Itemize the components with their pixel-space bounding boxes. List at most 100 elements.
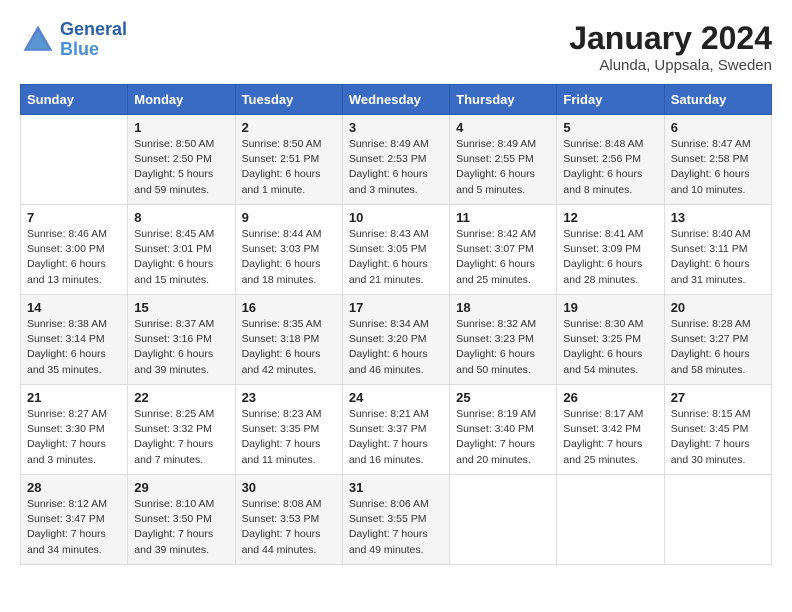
calendar-cell: 24 Sunrise: 8:21 AM Sunset: 3:37 PM Dayli… [342,385,449,475]
calendar-cell [557,475,664,565]
calendar-cell: 1Sunrise: 8:50 AM Sunset: 2:50 PM Daylig… [128,115,235,205]
day-info: Sunrise: 8:32 AM Sunset: 3:23 PM Dayligh… [456,317,550,378]
day-info: Sunrise: 8:45 AM Sunset: 3:01 PM Dayligh… [134,227,228,288]
page-header: General Blue January 2024 Alunda, Uppsal… [20,20,772,74]
calendar-cell: 17 Sunrise: 8:34 AM Sunset: 3:20 PM Dayli… [342,295,449,385]
header-wednesday: Wednesday [342,85,449,115]
header-tuesday: Tuesday [235,85,342,115]
day-number: 22 [134,390,228,405]
day-number: 23 [242,390,336,405]
week-row-2: 7 Sunrise: 8:46 AM Sunset: 3:00 PM Daylig… [21,205,772,295]
calendar-cell: 14Sunrise: 8:38 AM Sunset: 3:14 PM Dayli… [21,295,128,385]
day-number: 2 [242,120,336,135]
day-number: 21 [27,390,121,405]
header-thursday: Thursday [450,85,557,115]
week-row-3: 14Sunrise: 8:38 AM Sunset: 3:14 PM Dayli… [21,295,772,385]
day-info: Sunrise: 8:49 AM Sunset: 2:55 PM Dayligh… [456,137,550,198]
day-number: 24 [349,390,443,405]
logo-text: General Blue [60,20,127,60]
header-saturday: Saturday [664,85,771,115]
day-number: 12 [563,210,657,225]
day-number: 27 [671,390,765,405]
day-number: 29 [134,480,228,495]
calendar-cell: 6Sunrise: 8:47 AM Sunset: 2:58 PM Daylig… [664,115,771,205]
day-info: Sunrise: 8:50 AM Sunset: 2:51 PM Dayligh… [242,137,336,198]
day-number: 7 [27,210,121,225]
calendar-cell: 7 Sunrise: 8:46 AM Sunset: 3:00 PM Daylig… [21,205,128,295]
calendar-cell [450,475,557,565]
day-number: 11 [456,210,550,225]
day-number: 26 [563,390,657,405]
day-number: 4 [456,120,550,135]
logo-icon [20,22,56,58]
logo-blue: Blue [60,39,99,59]
day-info: Sunrise: 8:15 AM Sunset: 3:45 PM Dayligh… [671,407,765,468]
day-number: 17 [349,300,443,315]
calendar-cell: 22 Sunrise: 8:25 AM Sunset: 3:32 PM Dayli… [128,385,235,475]
calendar-cell: 28Sunrise: 8:12 AM Sunset: 3:47 PM Dayli… [21,475,128,565]
day-info: Sunrise: 8:30 AM Sunset: 3:25 PM Dayligh… [563,317,657,378]
calendar-cell: 19 Sunrise: 8:30 AM Sunset: 3:25 PM Dayli… [557,295,664,385]
logo: General Blue [20,20,127,60]
calendar-cell: 13Sunrise: 8:40 AM Sunset: 3:11 PM Dayli… [664,205,771,295]
calendar-cell: 8 Sunrise: 8:45 AM Sunset: 3:01 PM Daylig… [128,205,235,295]
day-info: Sunrise: 8:17 AM Sunset: 3:42 PM Dayligh… [563,407,657,468]
day-number: 14 [27,300,121,315]
day-info: Sunrise: 8:23 AM Sunset: 3:35 PM Dayligh… [242,407,336,468]
header-sunday: Sunday [21,85,128,115]
day-number: 5 [563,120,657,135]
day-number: 18 [456,300,550,315]
day-number: 15 [134,300,228,315]
day-info: Sunrise: 8:48 AM Sunset: 2:56 PM Dayligh… [563,137,657,198]
day-number: 31 [349,480,443,495]
calendar-cell: 3Sunrise: 8:49 AM Sunset: 2:53 PM Daylig… [342,115,449,205]
day-info: Sunrise: 8:28 AM Sunset: 3:27 PM Dayligh… [671,317,765,378]
day-info: Sunrise: 8:35 AM Sunset: 3:18 PM Dayligh… [242,317,336,378]
calendar-cell: 2 Sunrise: 8:50 AM Sunset: 2:51 PM Daylig… [235,115,342,205]
calendar-cell: 29 Sunrise: 8:10 AM Sunset: 3:50 PM Dayli… [128,475,235,565]
day-info: Sunrise: 8:06 AM Sunset: 3:55 PM Dayligh… [349,497,443,558]
day-number: 28 [27,480,121,495]
calendar-cell: 5 Sunrise: 8:48 AM Sunset: 2:56 PM Daylig… [557,115,664,205]
calendar-cell: 20 Sunrise: 8:28 AM Sunset: 3:27 PM Dayli… [664,295,771,385]
calendar-cell [664,475,771,565]
week-row-5: 28Sunrise: 8:12 AM Sunset: 3:47 PM Dayli… [21,475,772,565]
day-number: 20 [671,300,765,315]
day-info: Sunrise: 8:40 AM Sunset: 3:11 PM Dayligh… [671,227,765,288]
day-info: Sunrise: 8:37 AM Sunset: 3:16 PM Dayligh… [134,317,228,378]
title-block: January 2024 Alunda, Uppsala, Sweden [569,20,772,74]
calendar-cell: 15 Sunrise: 8:37 AM Sunset: 3:16 PM Dayli… [128,295,235,385]
day-info: Sunrise: 8:27 AM Sunset: 3:30 PM Dayligh… [27,407,121,468]
day-info: Sunrise: 8:47 AM Sunset: 2:58 PM Dayligh… [671,137,765,198]
calendar-cell: 4 Sunrise: 8:49 AM Sunset: 2:55 PM Daylig… [450,115,557,205]
day-number: 9 [242,210,336,225]
day-info: Sunrise: 8:41 AM Sunset: 3:09 PM Dayligh… [563,227,657,288]
location-subtitle: Alunda, Uppsala, Sweden [569,57,772,74]
calendar-cell: 26 Sunrise: 8:17 AM Sunset: 3:42 PM Dayli… [557,385,664,475]
day-info: Sunrise: 8:08 AM Sunset: 3:53 PM Dayligh… [242,497,336,558]
month-year-title: January 2024 [569,20,772,57]
day-info: Sunrise: 8:10 AM Sunset: 3:50 PM Dayligh… [134,497,228,558]
calendar-cell: 27 Sunrise: 8:15 AM Sunset: 3:45 PM Dayli… [664,385,771,475]
day-number: 16 [242,300,336,315]
day-info: Sunrise: 8:25 AM Sunset: 3:32 PM Dayligh… [134,407,228,468]
day-info: Sunrise: 8:46 AM Sunset: 3:00 PM Dayligh… [27,227,121,288]
day-number: 30 [242,480,336,495]
day-number: 19 [563,300,657,315]
calendar-cell: 30 Sunrise: 8:08 AM Sunset: 3:53 PM Dayli… [235,475,342,565]
calendar-header-row: SundayMondayTuesdayWednesdayThursdayFrid… [21,85,772,115]
day-number: 10 [349,210,443,225]
calendar-cell: 9Sunrise: 8:44 AM Sunset: 3:03 PM Daylig… [235,205,342,295]
calendar-cell: 10Sunrise: 8:43 AM Sunset: 3:05 PM Dayli… [342,205,449,295]
day-info: Sunrise: 8:42 AM Sunset: 3:07 PM Dayligh… [456,227,550,288]
calendar-cell: 31 Sunrise: 8:06 AM Sunset: 3:55 PM Dayli… [342,475,449,565]
day-info: Sunrise: 8:19 AM Sunset: 3:40 PM Dayligh… [456,407,550,468]
calendar-cell: 16 Sunrise: 8:35 AM Sunset: 3:18 PM Dayli… [235,295,342,385]
day-info: Sunrise: 8:34 AM Sunset: 3:20 PM Dayligh… [349,317,443,378]
calendar-cell: 23 Sunrise: 8:23 AM Sunset: 3:35 PM Dayli… [235,385,342,475]
header-friday: Friday [557,85,664,115]
day-number: 8 [134,210,228,225]
calendar-cell: 18 Sunrise: 8:32 AM Sunset: 3:23 PM Dayli… [450,295,557,385]
day-info: Sunrise: 8:21 AM Sunset: 3:37 PM Dayligh… [349,407,443,468]
calendar-table: SundayMondayTuesdayWednesdayThursdayFrid… [20,84,772,565]
